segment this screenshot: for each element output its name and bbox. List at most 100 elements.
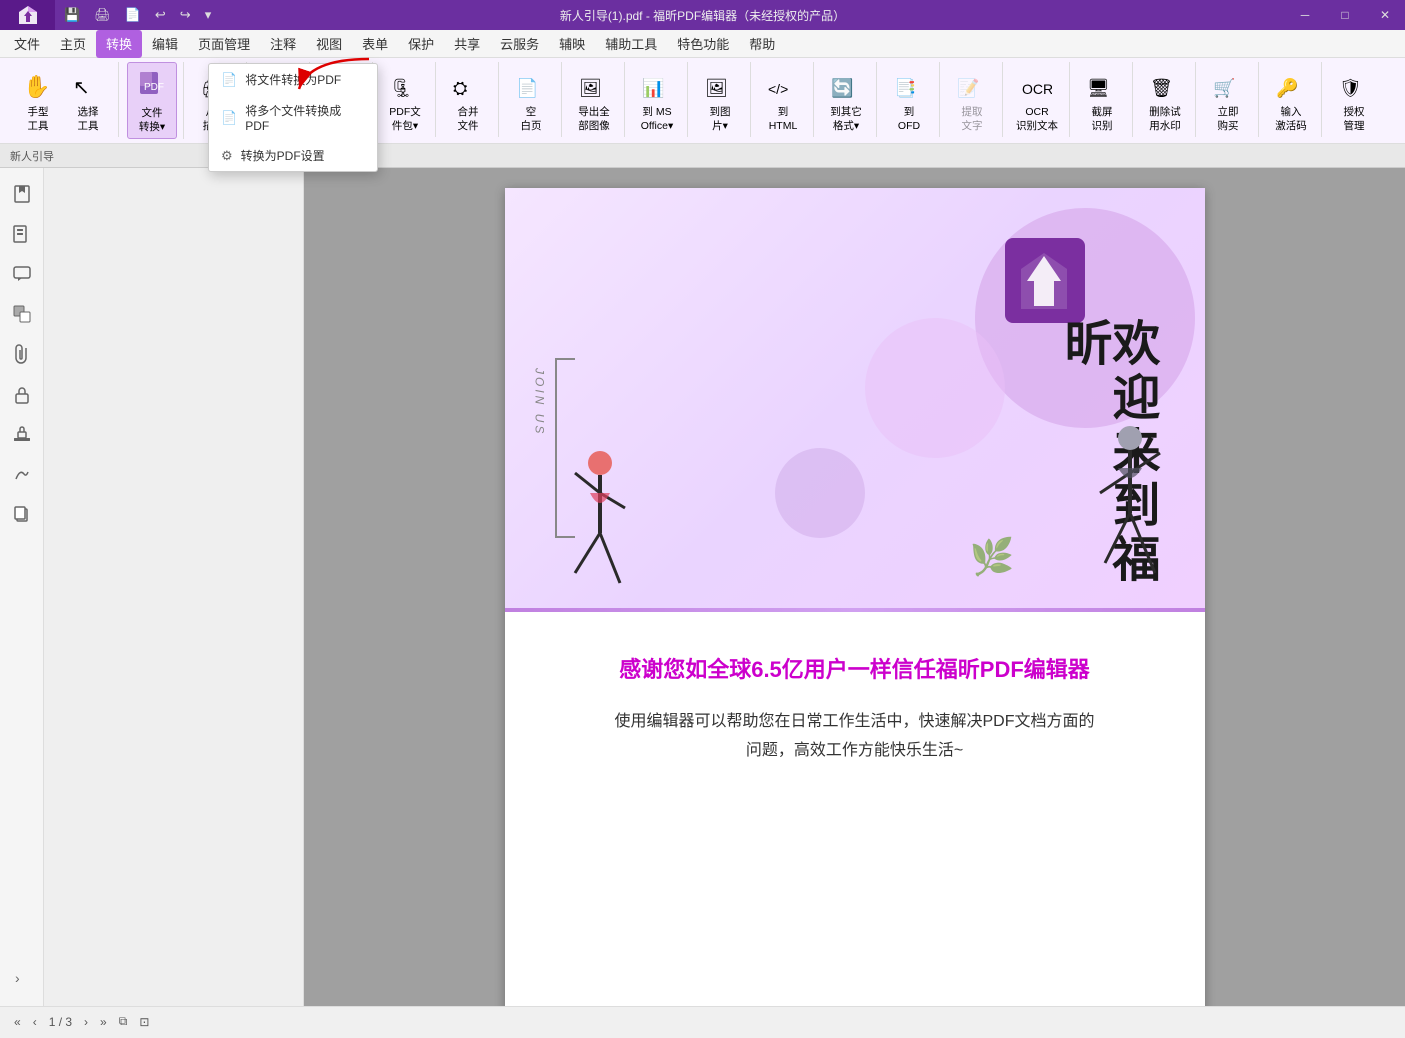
menu-assist[interactable]: 辅助工具 (595, 30, 667, 58)
menu-page-manage[interactable]: 页面管理 (188, 30, 260, 58)
ocr-button[interactable]: OCR OCR识别文本 (1011, 62, 1063, 137)
maximize-button[interactable]: □ (1325, 0, 1365, 30)
buy-button[interactable]: 🛒 立即购买 (1204, 62, 1252, 137)
menu-cloud[interactable]: 云服务 (490, 30, 549, 58)
menu-file[interactable]: 文件 (4, 30, 50, 58)
pdf-pack-label: PDF文件包▾ (389, 106, 421, 133)
sidebar-comment-icon[interactable] (4, 256, 40, 292)
menu-form[interactable]: 表单 (352, 30, 398, 58)
fit-icon[interactable]: ⊡ (135, 1013, 153, 1031)
auth-icon: 🛡 (1335, 66, 1373, 104)
ribbon-group-blank: 📄 空白页 (501, 62, 562, 137)
to-image-button[interactable]: 🖼 到图片▾ (696, 62, 744, 137)
menu-help[interactable]: 帮助 (739, 30, 785, 58)
pdf-pack-button[interactable]: 🗜 PDF文件包▾ (381, 62, 429, 137)
page-header: JOIN US 欢迎来到福昕 (505, 188, 1205, 608)
person-right (1085, 423, 1175, 608)
sidebar-sign-icon[interactable] (4, 456, 40, 492)
svg-text:🗑: 🗑 (1150, 78, 1173, 98)
sidebar-copy-icon[interactable] (4, 496, 40, 532)
blank-page-icon: 📄 (512, 66, 550, 104)
document-area[interactable]: JOIN US 欢迎来到福昕 (304, 168, 1405, 1006)
activation-button[interactable]: 🔑 输入激活码 (1267, 62, 1315, 137)
file-convert-button[interactable]: PDF 文件转换▾ 📄 将文件转换为PDF 📄 将多个文件转换成PDF ⚙ 转换… (127, 62, 177, 139)
ocr-label: OCR识别文本 (1016, 106, 1058, 133)
menu-annotate[interactable]: 注释 (260, 30, 306, 58)
sidebar-attachment-icon[interactable] (4, 336, 40, 372)
nav-prev-page[interactable]: ‹ (29, 1013, 41, 1031)
app-logo-icon (1005, 238, 1085, 323)
nav-first-page[interactable]: « (10, 1013, 25, 1031)
window-controls[interactable]: ─ □ ✕ (1285, 0, 1405, 30)
menu-map[interactable]: 辅映 (549, 30, 595, 58)
tool-redo[interactable]: ↪ (176, 5, 195, 25)
hand-tool-button[interactable]: ✋ 手型工具 (14, 62, 62, 137)
page-navigation: « ‹ 1 / 3 › » ⧉ ⊡ (10, 1012, 153, 1031)
join-us-text: JOIN US (533, 368, 547, 436)
convert-to-pdf-label: 将文件转换为PDF (245, 71, 341, 88)
svg-text:🖼: 🖼 (579, 78, 602, 98)
select-tool-button[interactable]: ↖ 选择工具 (64, 62, 112, 137)
nav-last-page[interactable]: » (96, 1013, 111, 1031)
convert-to-pdf-item[interactable]: 📄 将文件转换为PDF (209, 64, 377, 95)
circle-medium (865, 318, 1005, 458)
pdf-pack-icon: 🗜 (386, 66, 424, 104)
extract-text-button[interactable]: 📝 提取文字 (948, 62, 996, 137)
file-convert-dropdown: 📄 将文件转换为PDF 📄 将多个文件转换成PDF ⚙ 转换为PDF设置 (208, 63, 378, 172)
sidebar-toggle[interactable]: › (4, 960, 40, 996)
sidebar-stamp-icon[interactable] (4, 416, 40, 452)
svg-text:📝: 📝 (957, 77, 979, 98)
tool-print[interactable]: 🖨 (90, 5, 115, 25)
sidebar-bookmark-icon[interactable] (4, 176, 40, 212)
panel-area (44, 168, 304, 1006)
copy-page-icon[interactable]: ⧉ (115, 1012, 132, 1031)
menu-feature[interactable]: 特色功能 (667, 30, 739, 58)
file-convert-icon: PDF (133, 67, 171, 105)
svg-text:🖼: 🖼 (705, 78, 728, 98)
blank-page-button[interactable]: 📄 空白页 (507, 62, 555, 137)
page-content: 感谢您如全球6.5亿用户一样信任福昕PDF编辑器 使用编辑器可以帮助您在日常工作… (505, 612, 1205, 806)
close-button[interactable]: ✕ (1365, 0, 1405, 30)
menu-view[interactable]: 视图 (306, 30, 352, 58)
menu-protect[interactable]: 保护 (398, 30, 444, 58)
screen-recog-button[interactable]: 🖥 截屏识别 (1078, 62, 1126, 137)
to-ms-office-button[interactable]: 📊 到 MSOffice▾ (633, 62, 681, 137)
menu-home[interactable]: 主页 (50, 30, 96, 58)
svg-text:✋: ✋ (23, 74, 50, 99)
title-bar-tools[interactable]: 💾 🖨 📄 ↩ ↪ ▾ (60, 5, 215, 25)
svg-text:OCR: OCR (1022, 81, 1052, 97)
tool-more[interactable]: ▾ (201, 5, 216, 25)
menu-share[interactable]: 共享 (444, 30, 490, 58)
tool-save[interactable]: 💾 (60, 5, 84, 25)
tagline: 感谢您如全球6.5亿用户一样信任福昕PDF编辑器 (555, 652, 1155, 684)
sidebar-pages-icon[interactable] (4, 216, 40, 252)
export-all-button[interactable]: 🖼 导出全部图像 (570, 62, 618, 137)
sidebar-lock-icon[interactable] (4, 376, 40, 412)
buy-icon: 🛒 (1209, 66, 1247, 104)
convert-multi-item[interactable]: 📄 将多个文件转换成PDF (209, 95, 377, 140)
tool-undo[interactable]: ↩ (151, 5, 170, 25)
title-bar: 💾 🖨 📄 ↩ ↪ ▾ 新人引导(1).pdf - 福昕PDF编辑器（未经授权的… (0, 0, 1405, 30)
merge-button[interactable]: ⛭ 合并文件 (444, 62, 492, 137)
to-format-button[interactable]: 🔄 到其它格式▾ (822, 62, 870, 137)
tool-new[interactable]: 📄 (121, 5, 145, 25)
sidebar-layers-icon[interactable] (4, 296, 40, 332)
convert-settings-item[interactable]: ⚙ 转换为PDF设置 (209, 140, 377, 171)
minimize-button[interactable]: ─ (1285, 0, 1325, 30)
svg-text:🖥: 🖥 (1087, 78, 1110, 98)
nav-next-page[interactable]: › (80, 1013, 92, 1031)
svg-text:🗜: 🗜 (390, 78, 413, 98)
hand-icon: ✋ (19, 66, 57, 104)
menu-edit[interactable]: 编辑 (142, 30, 188, 58)
to-ms-office-label: 到 MSOffice▾ (641, 106, 674, 133)
to-ofd-button[interactable]: 📑 到OFD (885, 62, 933, 137)
app-logo (0, 0, 55, 30)
menu-convert[interactable]: 转换 (96, 30, 142, 58)
auth-button[interactable]: 🛡 授权管理 (1330, 62, 1378, 137)
to-html-button[interactable]: </> 到HTML (759, 62, 807, 137)
auth-label: 授权管理 (1344, 106, 1365, 133)
convert-to-pdf-icon: 📄 (221, 72, 237, 88)
convert-settings-label: 转换为PDF设置 (241, 147, 325, 164)
remove-watermark-button[interactable]: 🗑 删除试用水印 (1141, 62, 1189, 137)
ribbon-group-ocr: OCR OCR识别文本 (1005, 62, 1070, 137)
